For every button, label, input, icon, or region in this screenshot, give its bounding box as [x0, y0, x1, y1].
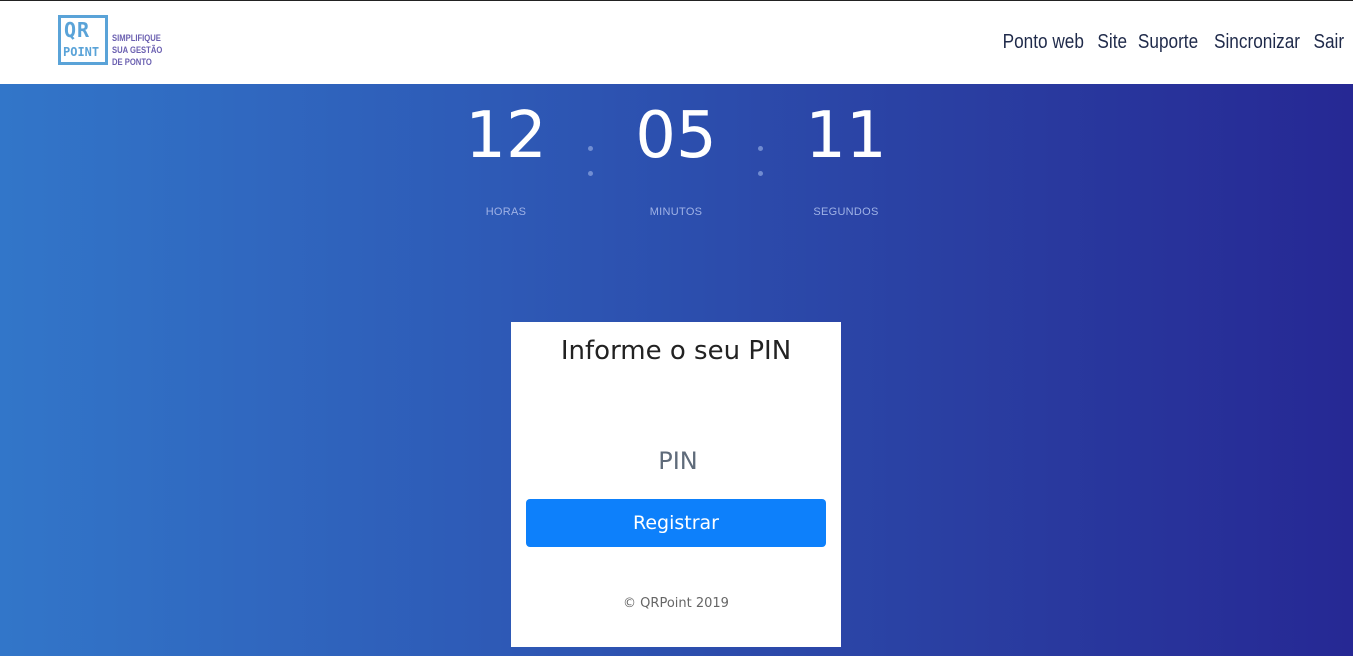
logo-tagline-line: DE PONTO	[112, 57, 152, 67]
clock-hours-value: 12	[465, 99, 547, 173]
separator-dot	[757, 171, 763, 176]
separator-dot	[757, 146, 763, 151]
clock-seconds-value: 11	[805, 99, 887, 173]
clock-minutes-label: MINUTOS	[649, 206, 703, 218]
logo-tagline: SIMPLIFIQUE SUA GESTÃO DE PONTO	[112, 32, 162, 68]
main-nav: Ponto web Site Suporte Sincronizar Sair	[1002, 31, 1345, 54]
logo-tagline-line: SIMPLIFIQUE	[112, 33, 161, 43]
header: QR POINT SIMPLIFIQUE SUA GESTÃO DE PONTO…	[0, 0, 1353, 84]
page: QR POINT SIMPLIFIQUE SUA GESTÃO DE PONTO…	[0, 0, 1353, 656]
nav-ponto-web[interactable]: Ponto web	[1003, 31, 1084, 54]
card-title: Informe o seu PIN	[560, 336, 792, 366]
clock: 12 HORAS 05 MINUTOS 11 SEGUNDOS	[0, 100, 1353, 220]
logo-mark-qr: QR	[64, 18, 91, 42]
register-button[interactable]: Registrar	[526, 499, 826, 547]
logo-mark-point: POINT	[63, 45, 100, 59]
nav-site[interactable]: Site	[1097, 31, 1127, 54]
clock-separator	[585, 146, 595, 186]
nav-sair[interactable]: Sair	[1314, 31, 1345, 54]
separator-dot	[587, 146, 593, 151]
nav-sincronizar[interactable]: Sincronizar	[1214, 31, 1300, 54]
logo[interactable]: QR POINT SIMPLIFIQUE SUA GESTÃO DE PONTO	[58, 15, 171, 68]
nav-suporte[interactable]: Suporte	[1138, 31, 1198, 54]
clock-minutes: 05 MINUTOS	[596, 100, 756, 218]
clock-hours-label: HORAS	[485, 206, 527, 218]
clock-seconds-label: SEGUNDOS	[813, 206, 879, 218]
clock-seconds: 11 SEGUNDOS	[766, 100, 926, 218]
pin-input[interactable]	[526, 440, 830, 482]
clock-hours: 12 HORAS	[426, 100, 586, 218]
clock-minutes-value: 05	[635, 99, 717, 173]
separator-dot	[587, 171, 593, 176]
clock-separator	[755, 146, 765, 186]
hero: 12 HORAS 05 MINUTOS 11 SEGUNDOS Informe …	[0, 84, 1353, 656]
pin-card: Informe o seu PIN Registrar © QRPoint 20…	[511, 322, 841, 647]
logo-tagline-line: SUA GESTÃO	[112, 45, 163, 55]
logo-mark: QR POINT	[58, 15, 108, 65]
copyright: © QRPoint 2019	[623, 596, 729, 611]
